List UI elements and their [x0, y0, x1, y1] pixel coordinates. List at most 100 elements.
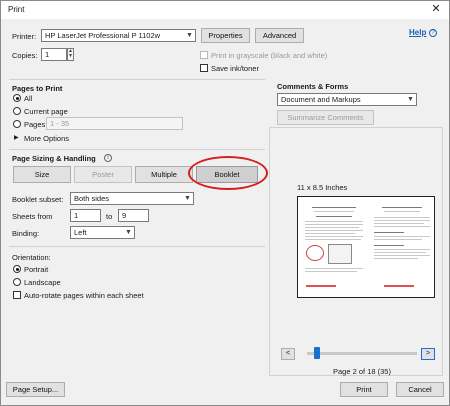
- preview-text-line: [305, 271, 357, 272]
- preview-text-line: [374, 236, 430, 237]
- save-ink-label: Save ink/toner: [211, 64, 259, 73]
- paper-size-label: 11 x 8.5 Inches: [297, 183, 348, 192]
- print-button[interactable]: Print: [340, 382, 388, 397]
- copies-label: Copies:: [12, 51, 38, 60]
- pages-to-print-title: Pages to Print: [12, 84, 63, 93]
- pages-range-input[interactable]: 1 - 35: [46, 117, 183, 130]
- booklet-subset-label: Booklet subset:: [12, 195, 64, 204]
- preview-sheet: [297, 196, 435, 298]
- pages-label: Pages: [24, 120, 46, 129]
- autorotate-checkbox[interactable]: [13, 291, 21, 299]
- summarize-comments-button[interactable]: Summarize Comments: [277, 110, 374, 125]
- tab-size[interactable]: Size: [13, 166, 71, 183]
- previous-page-button[interactable]: <: [281, 348, 295, 360]
- preview-text-line: [382, 207, 422, 208]
- autorotate-label: Auto-rotate pages within each sheet: [24, 291, 144, 300]
- help-link[interactable]: Help: [409, 28, 426, 37]
- comments-value: Document and Markups: [281, 95, 361, 104]
- chevron-down-icon: ▼: [186, 32, 193, 39]
- binding-label: Binding:: [12, 229, 40, 238]
- close-icon[interactable]: ✕: [427, 2, 445, 17]
- preview-text-line: [316, 216, 352, 217]
- preview-text-line: [374, 252, 426, 253]
- preview-text-line: [374, 258, 418, 259]
- binding-select[interactable]: Left ▼: [70, 226, 135, 239]
- divider: [9, 149, 265, 150]
- window-title: Print: [8, 5, 25, 14]
- all-radio[interactable]: [13, 94, 21, 102]
- sheets-from-input[interactable]: 1: [70, 209, 101, 222]
- info-icon[interactable]: i: [104, 154, 112, 162]
- cancel-button[interactable]: Cancel: [396, 382, 444, 397]
- comments-forms-title: Comments & Forms: [277, 82, 349, 91]
- annotation-circle: [188, 156, 268, 190]
- page-slider-thumb[interactable]: [313, 347, 320, 359]
- binding-value: Left: [74, 228, 87, 237]
- grayscale-checkbox[interactable]: [200, 51, 208, 59]
- preview-text-line: [374, 239, 422, 240]
- printer-value: HP LaserJet Professional P 1102w: [45, 31, 161, 40]
- chevron-down-icon: ▼: [125, 229, 132, 236]
- preview-text-line: [305, 230, 363, 231]
- preview-red-footer: [306, 285, 336, 287]
- copies-input[interactable]: 1: [41, 48, 67, 61]
- tab-multiple[interactable]: Multiple: [135, 166, 193, 183]
- chevron-down-icon: ▼: [407, 96, 414, 103]
- all-label: All: [24, 94, 33, 103]
- preview-text-line: [374, 232, 404, 233]
- orientation-title: Orientation:: [12, 253, 51, 262]
- preview-text-line: [374, 255, 430, 256]
- landscape-label: Landscape: [24, 278, 61, 287]
- preview-text-line: [312, 207, 356, 208]
- preview-text-line: [384, 211, 420, 212]
- next-page-button[interactable]: >: [421, 348, 435, 360]
- preview-text-line: [374, 249, 430, 250]
- preview-text-line: [305, 221, 363, 222]
- tab-poster[interactable]: Poster: [74, 166, 132, 183]
- more-options-link[interactable]: More Options: [24, 134, 69, 143]
- portrait-label: Portrait: [24, 265, 49, 274]
- printer-label: Printer:: [12, 32, 37, 41]
- preview-text-line: [374, 220, 430, 221]
- preview-text-line: [374, 226, 430, 227]
- divider: [9, 79, 265, 80]
- expand-triangle-icon[interactable]: ▶: [14, 134, 19, 141]
- chevron-down-icon: ▼: [184, 195, 191, 202]
- page-setup-button[interactable]: Page Setup...: [6, 382, 65, 397]
- current-page-label: Current page: [24, 107, 68, 116]
- preview-text-line: [305, 268, 363, 269]
- preview-figure: [306, 245, 324, 261]
- printer-select[interactable]: HP LaserJet Professional P 1102w ▼: [41, 29, 196, 42]
- preview-text-line: [305, 224, 363, 225]
- preview-image: [328, 244, 352, 264]
- current-page-radio[interactable]: [13, 107, 21, 115]
- preview-text-line: [374, 217, 430, 218]
- preview-text-line: [374, 223, 424, 224]
- pages-radio[interactable]: [13, 120, 21, 128]
- sheets-to-label: to: [106, 212, 113, 221]
- comments-select[interactable]: Document and Markups ▼: [277, 93, 417, 106]
- portrait-radio[interactable]: [13, 265, 21, 273]
- copies-stepper[interactable]: ▲ ▼: [67, 48, 74, 61]
- preview-text-line: [305, 233, 355, 234]
- preview-red-footer: [384, 285, 414, 287]
- divider: [9, 246, 265, 247]
- grayscale-label: Print in grayscale (black and white): [211, 51, 328, 60]
- booklet-subset-value: Both sides: [74, 194, 110, 203]
- sheets-from-label: Sheets from: [12, 212, 53, 221]
- save-ink-checkbox[interactable]: [200, 64, 208, 72]
- page-sizing-title: Page Sizing & Handling: [12, 154, 96, 163]
- preview-text-line: [314, 211, 354, 212]
- landscape-radio[interactable]: [13, 278, 21, 286]
- help-icon[interactable]: ?: [429, 29, 437, 37]
- page-indicator: Page 2 of 18 (35): [333, 367, 391, 376]
- page-slider-track[interactable]: [307, 352, 417, 355]
- title-bar: Print ✕: [1, 1, 449, 19]
- preview-text-line: [374, 245, 404, 246]
- preview-text-line: [305, 227, 359, 228]
- properties-button[interactable]: Properties: [201, 28, 250, 43]
- preview-text-line: [305, 236, 363, 237]
- advanced-button[interactable]: Advanced: [255, 28, 304, 43]
- sheets-to-input[interactable]: 9: [118, 209, 149, 222]
- booklet-subset-select[interactable]: Both sides ▼: [70, 192, 194, 205]
